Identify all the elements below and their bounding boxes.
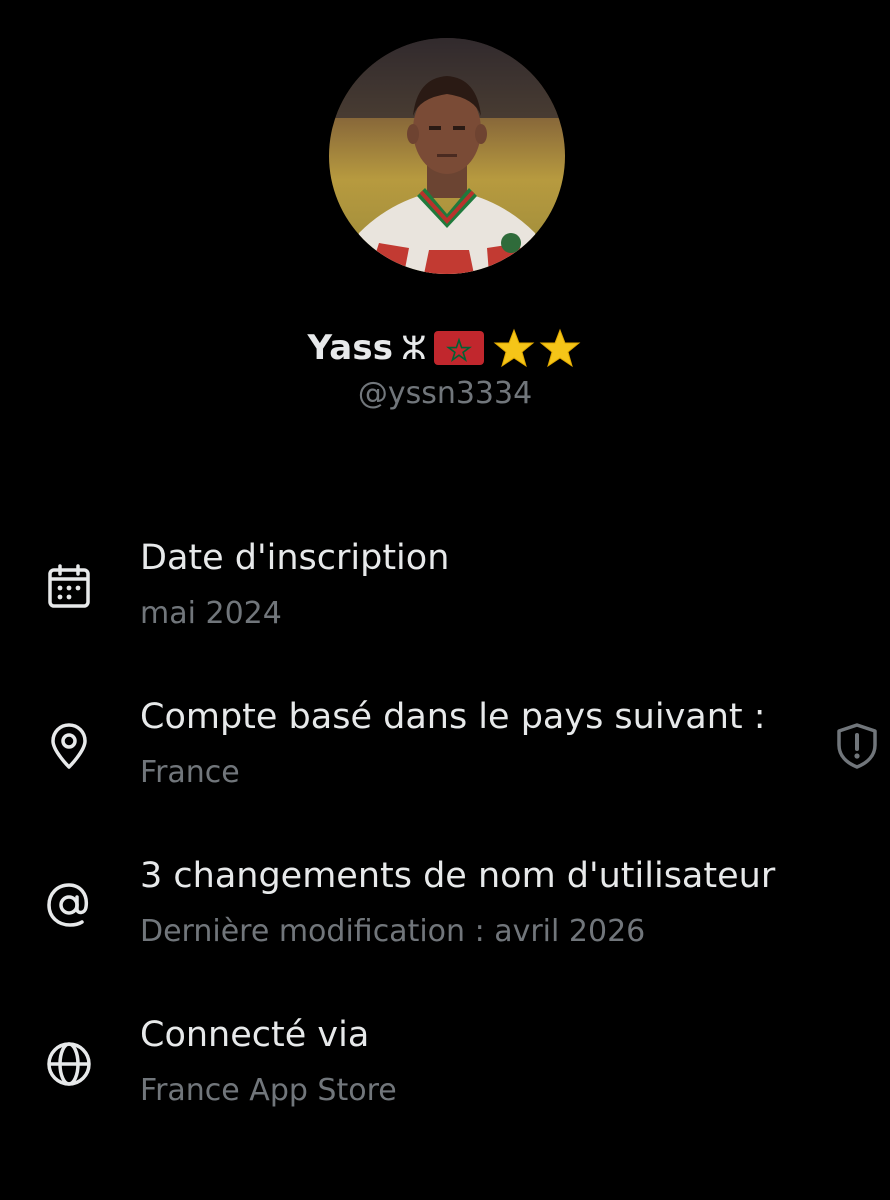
star-icon [540,328,581,368]
globe-icon [47,1042,91,1086]
profile-avatar[interactable] [329,38,565,274]
location-pin-icon [51,723,87,769]
stars [492,328,582,368]
display-name: Yass [307,328,394,368]
name-glyph: ⵣ [401,329,427,367]
info-subtitle: Dernière modification : avril 2026 [140,914,646,949]
profile-handle: @yssn3334 [357,376,533,411]
morocco-flag-icon [434,331,485,365]
info-connected-via: Connecté via France App Store [0,1015,890,1125]
info-title: Compte basé dans le pays suivant : [140,697,766,737]
at-sign-icon [47,883,89,927]
info-title: 3 changements de nom d'utilisateur [140,856,776,896]
shield-alert-icon[interactable] [832,721,882,771]
info-title: Connecté via [140,1015,370,1055]
profile-photo [329,38,565,274]
star-icon [494,328,535,368]
calendar-icon [48,564,90,608]
info-join-date: Date d'inscription mai 2024 [0,538,890,648]
info-title: Date d'inscription [140,538,450,578]
info-country: Compte basé dans le pays suivant : Franc… [0,697,890,807]
info-subtitle: mai 2024 [140,596,282,631]
profile-name-row: Yass ⵣ [0,322,890,374]
info-subtitle: France [140,755,240,790]
info-username-changes: 3 changements de nom d'utilisateur Derni… [0,856,890,966]
info-subtitle: France App Store [140,1073,397,1108]
